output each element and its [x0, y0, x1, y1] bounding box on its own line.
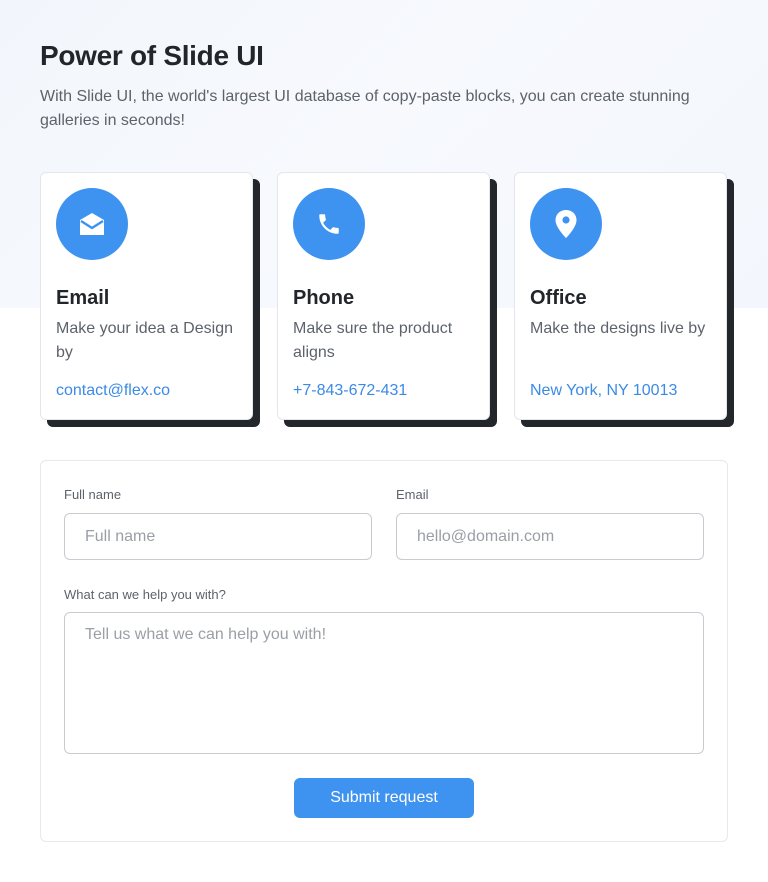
message-label: What can we help you with?: [64, 587, 226, 602]
contact-cards: Email Make your idea a Design by contact…: [40, 172, 728, 420]
contact-page: Power of Slide UI With Slide UI, the wor…: [0, 0, 768, 882]
full-name-label: Full name: [64, 487, 122, 502]
card-title: Office: [530, 287, 587, 309]
card-description: Make the designs live by: [530, 320, 706, 337]
page-title: Power of Slide UI: [40, 40, 264, 71]
email-link[interactable]: contact@flex.co: [56, 382, 170, 400]
card-title: Phone: [293, 287, 355, 309]
map-pin-icon: [530, 188, 602, 260]
phone-icon: [293, 188, 365, 260]
message-textarea[interactable]: [64, 612, 704, 754]
address-link[interactable]: New York, NY 10013: [530, 382, 677, 400]
email-input[interactable]: [396, 513, 704, 560]
card-description: Make your idea a Design by: [56, 320, 233, 361]
card-description: Make sure the product aligns: [293, 320, 453, 361]
envelope-icon: [56, 188, 128, 260]
email-label: Email: [396, 487, 429, 502]
page-subtitle: With Slide UI, the world's largest UI da…: [40, 88, 690, 129]
contact-card-email: Email Make your idea a Design by contact…: [40, 172, 253, 420]
full-name-input[interactable]: [64, 513, 372, 560]
submit-request-button[interactable]: Submit request: [294, 778, 474, 818]
contact-card-phone: Phone Make sure the product aligns +7-84…: [277, 172, 490, 420]
contact-form: Full name Email What can we help you wit…: [40, 460, 728, 842]
card-title: Email: [56, 287, 110, 309]
phone-link[interactable]: +7-843-672-431: [293, 382, 407, 400]
contact-card-office: Office Make the designs live by New York…: [514, 172, 727, 420]
